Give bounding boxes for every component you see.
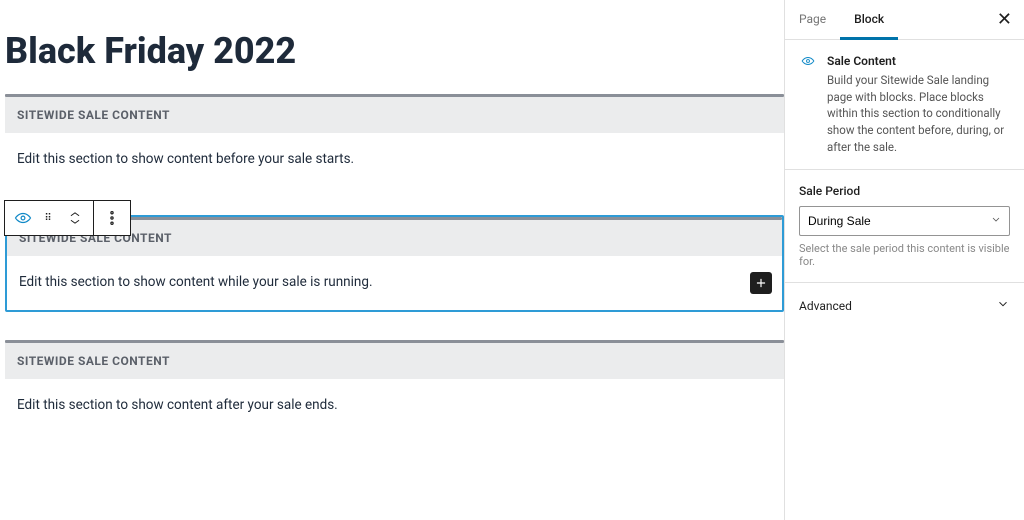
block-body-text: Edit this section to show content while … <box>19 274 373 290</box>
sale-period-panel: Sale Period During Sale Select the sale … <box>785 170 1024 283</box>
editor-canvas: Black Friday 2022 SITEWIDE SALE CONTENT … <box>0 0 784 520</box>
sale-content-icon[interactable] <box>14 209 32 227</box>
sale-period-label: Sale Period <box>799 184 1010 198</box>
sale-content-block-after[interactable]: SITEWIDE SALE CONTENT Edit this section … <box>5 340 784 433</box>
block-type-desc: Build your Sitewide Sale landing page wi… <box>827 72 1010 155</box>
chevron-down-icon <box>996 297 1010 314</box>
block-body[interactable]: Edit this section to show content while … <box>7 256 782 310</box>
page-title[interactable]: Black Friday 2022 <box>5 30 784 72</box>
advanced-label: Advanced <box>799 299 852 313</box>
block-options-button[interactable] <box>103 209 121 227</box>
tab-block[interactable]: Block <box>840 1 898 40</box>
sale-period-select[interactable]: During Sale <box>799 206 1010 236</box>
block-heading: SITEWIDE SALE CONTENT <box>5 343 784 379</box>
move-down-button[interactable] <box>66 218 84 226</box>
drag-handle-icon[interactable]: ⠿ <box>40 216 58 221</box>
eye-icon <box>799 54 817 155</box>
block-type-panel: Sale Content Build your Sitewide Sale la… <box>785 40 1024 170</box>
settings-sidebar: Page Block ✕ Sale Content Build your Sit… <box>784 0 1024 520</box>
add-block-button[interactable] <box>750 272 772 294</box>
block-body[interactable]: Edit this section to show content after … <box>5 379 784 433</box>
block-type-title: Sale Content <box>827 54 1010 68</box>
block-heading: SITEWIDE SALE CONTENT <box>5 97 784 133</box>
sidebar-tabs: Page Block ✕ <box>785 0 1024 40</box>
block-toolbar: ⠿ <box>4 200 131 236</box>
advanced-toggle[interactable]: Advanced <box>785 283 1024 328</box>
sale-content-block-before[interactable]: SITEWIDE SALE CONTENT Edit this section … <box>5 94 784 187</box>
close-icon: ✕ <box>997 9 1012 30</box>
block-body[interactable]: Edit this section to show content before… <box>5 133 784 187</box>
close-sidebar-button[interactable]: ✕ <box>985 11 1024 29</box>
move-up-button[interactable] <box>66 210 84 218</box>
sale-period-hint: Select the sale period this content is v… <box>799 242 1010 268</box>
tab-page[interactable]: Page <box>785 1 840 40</box>
